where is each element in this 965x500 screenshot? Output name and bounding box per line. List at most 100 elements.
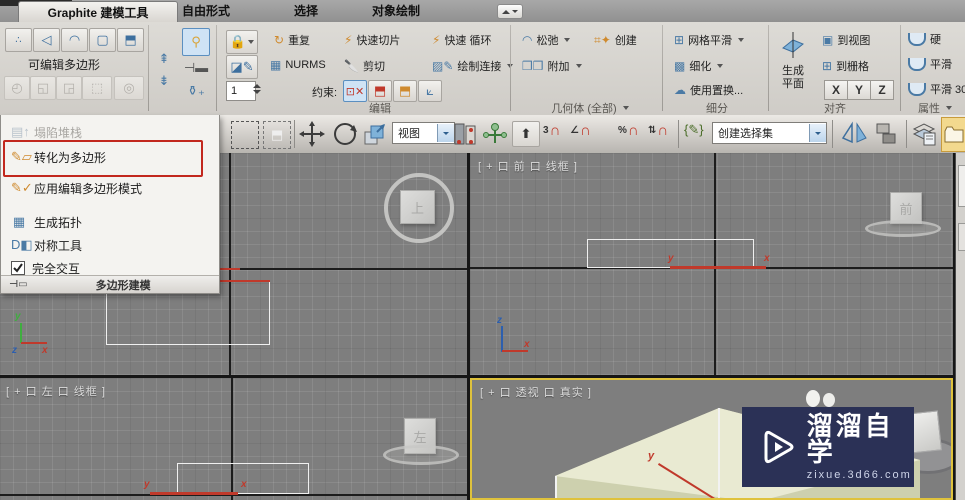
y-axis-line <box>20 323 22 343</box>
menu-item-generate-topology[interactable]: ▦ 生成拓扑 <box>5 211 217 233</box>
use-pivot-point-button[interactable] <box>452 121 478 147</box>
graphite-toolbar-toggle-button[interactable] <box>941 117 965 152</box>
layer-manager-button[interactable] <box>910 119 938 147</box>
repeat-button[interactable]: ↻ 重复 <box>274 32 310 48</box>
move-icon <box>299 121 325 147</box>
quick-slice-icon: ⚡ <box>344 33 353 47</box>
pin-stack-button[interactable]: ⊣▬ <box>182 58 210 78</box>
viewcube[interactable]: 上 <box>400 190 435 224</box>
window-crossing-button[interactable]: ⬒ <box>263 121 291 149</box>
tab-graphite-modeling-tools[interactable]: Graphite 建模工具 <box>18 1 178 23</box>
preview-subobject-button-5[interactable]: ◎ <box>114 76 144 100</box>
constrain-normal-button[interactable]: ⟀ <box>418 80 442 102</box>
cut-button[interactable]: 🔪 剪切 <box>344 58 385 74</box>
panel-title: 多边形建模 <box>95 279 151 292</box>
menu-item-apply-edit-poly[interactable]: ✎✓ 应用编辑多边形模式 <box>5 177 217 199</box>
use-displacement-button[interactable]: ☁ 使用置换... <box>674 82 743 98</box>
select-and-scale-button[interactable] <box>362 121 388 147</box>
constrain-face-button[interactable]: ⬒ <box>393 80 417 102</box>
align-to-grid-button[interactable]: ⊞ 到栅格 <box>822 58 869 74</box>
menu-footer-bar[interactable]: ⊣▭ 多边形建模 <box>1 275 219 293</box>
edit-spinner-arrows[interactable] <box>252 81 262 99</box>
collapse-up-icon <box>502 9 510 14</box>
align-y-button[interactable]: Y <box>847 80 871 100</box>
element-mode-button[interactable]: ⬒ <box>117 28 144 52</box>
make-planar-button[interactable]: 生成 平面 <box>776 30 810 100</box>
percent-snap-button[interactable]: % ∩ <box>618 123 639 138</box>
align-x-button[interactable]: X <box>824 80 848 100</box>
nurms-button[interactable]: ▦ NURMS <box>270 58 326 72</box>
align-z-button[interactable]: Z <box>870 80 894 100</box>
select-and-move-button[interactable] <box>298 120 326 148</box>
viewport-front[interactable]: [ + 口 前 口 线框 ] y x 前 z x <box>470 153 953 375</box>
select-and-manipulate-button[interactable] <box>482 120 508 148</box>
viewport-perspective[interactable]: [ + 口 透视 口 真实 ] y 溜溜自学 zixue.3d66.com <box>470 378 953 500</box>
ribbon-tab-bar: Graphite 建模工具 自由形式 选择 对象绘制 <box>0 0 965 23</box>
viewport-label[interactable]: [ + 口 透视 口 真实 ] <box>480 384 592 400</box>
border-mode-button[interactable]: ◠ <box>61 28 88 52</box>
paint-connect-button[interactable]: ▨✎ 绘制连接 <box>432 58 514 74</box>
panel-fragment <box>958 165 965 207</box>
axis-y-label: y <box>668 253 674 264</box>
show-end-result-button[interactable]: ⚲ <box>182 28 210 56</box>
constrain-none-button[interactable]: ⊡✕ <box>343 80 367 102</box>
tab-freeform[interactable]: 自由形式 <box>168 0 244 21</box>
polygon-mode-button[interactable]: ▢ <box>89 28 116 52</box>
named-selection-set-dropdown[interactable]: 创建选择集 <box>712 122 827 144</box>
preview-subobject-button-3[interactable]: ◲ <box>56 76 82 100</box>
viewcube-compass-ring[interactable] <box>865 220 941 237</box>
mirror-button[interactable] <box>841 120 869 146</box>
hard-button[interactable]: 硬 <box>908 31 941 47</box>
page-up-icon: ⇞ <box>158 51 170 66</box>
dropdown-arrow-icon <box>575 64 582 68</box>
tab-object-paint[interactable]: 对象绘制 <box>358 0 434 21</box>
tweak-uvs-button[interactable]: ◪✎ <box>226 55 258 79</box>
constraints-label: 约束: <box>312 87 338 99</box>
show-cage-button[interactable]: ⚱₊ <box>182 78 210 104</box>
snaps-toggle-button[interactable]: 3 ∩ <box>543 123 560 138</box>
smooth-30-button[interactable]: 平滑 30 <box>908 81 965 97</box>
rectangular-selection-region-button[interactable] <box>231 121 259 149</box>
preserve-uvs-button[interactable]: 🔒 <box>226 30 258 54</box>
menu-item-symmetry-tool[interactable]: D◧ 对称工具 <box>5 234 217 256</box>
meshsmooth-button[interactable]: ⊞ 网格平滑 <box>674 32 745 48</box>
select-and-rotate-button[interactable] <box>331 120 359 148</box>
tab-selection[interactable]: 选择 <box>280 0 332 21</box>
vertex-mode-button[interactable]: ∴ <box>5 28 32 52</box>
edit-named-selection-sets-button[interactable]: {✎} <box>684 122 704 138</box>
tessellate-button[interactable]: ▩ 细化 <box>674 58 724 74</box>
preview-subobject-button-4[interactable]: ⬚ <box>82 76 112 100</box>
align-button[interactable] <box>874 120 900 146</box>
preview-subobject-button-1[interactable]: ◴ <box>4 76 30 100</box>
reference-coordinate-dropdown[interactable]: 视图 <box>392 122 455 144</box>
previous-modifier-button[interactable]: ⇟ <box>152 70 176 92</box>
properties-group-label: 属性 <box>905 100 965 116</box>
swift-loop-button[interactable]: ⚡ 快速 循环 <box>432 32 492 48</box>
relax-button[interactable]: ◠ 松弛 <box>522 32 571 48</box>
edge-mode-button[interactable]: ◁ <box>33 28 60 52</box>
constrain-edge-button[interactable]: ⬒ <box>368 80 392 102</box>
magnet-icon: ∩ <box>627 122 639 139</box>
checkbox-checked-icon[interactable] <box>11 261 25 275</box>
ribbon-collapse-button[interactable] <box>497 4 523 19</box>
up-arrow-icon: ⬆ <box>520 126 532 141</box>
quick-slice-button[interactable]: ⚡ 快速切片 <box>344 32 400 48</box>
viewport-left[interactable]: [ + 口 左 口 线框 ] y x 左 <box>0 378 467 500</box>
align-to-view-button[interactable]: ▣ 到视图 <box>822 32 870 48</box>
angle-snap-button[interactable]: ∠ ∩ <box>570 123 591 138</box>
magnet-icon: ∩ <box>579 122 591 139</box>
mirror-icon <box>841 121 867 144</box>
attach-button[interactable]: ❒❒ 附加 <box>522 58 582 74</box>
constrain-face-icon: ⬒ <box>398 83 412 98</box>
spinner-snap-button[interactable]: ⇅ ∩ <box>648 123 668 138</box>
viewcube-compass-ring[interactable] <box>383 445 459 465</box>
preview-subobject-button-2[interactable]: ◱ <box>30 76 56 100</box>
keyboard-shortcut-override-button[interactable]: ⬆ <box>512 121 540 147</box>
command-panel-sliver[interactable] <box>955 153 965 500</box>
scale-icon <box>364 124 385 145</box>
create-button[interactable]: ⌗✦ 创建 <box>594 32 637 48</box>
viewport-label[interactable]: [ + 口 前 口 线框 ] <box>478 158 578 174</box>
viewport-label[interactable]: [ + 口 左 口 线框 ] <box>6 383 106 399</box>
smooth-button[interactable]: 平滑 <box>908 56 952 72</box>
next-modifier-button[interactable]: ⇞ <box>152 48 176 70</box>
